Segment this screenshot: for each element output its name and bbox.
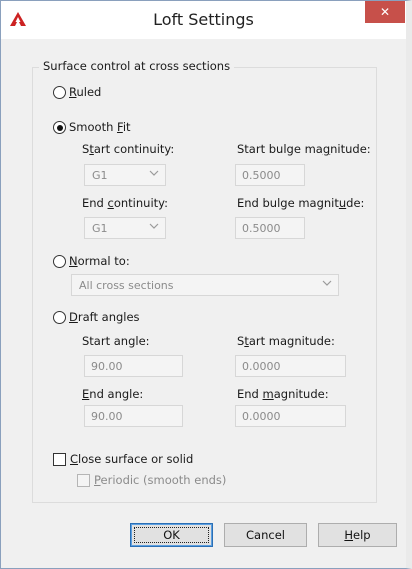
cancel-button[interactable]: Cancel [224, 523, 307, 547]
end-angle-value: 90.00 [91, 410, 123, 423]
start-magnitude-input[interactable]: 0.0000 [235, 355, 346, 377]
start-continuity-select[interactable]: G1 [84, 164, 166, 186]
end-angle-input[interactable]: 90.00 [84, 405, 183, 427]
ruled-label-post: uled [76, 85, 102, 99]
focus-rect [134, 527, 209, 543]
start-bulge-label: Start bulge magnitude: [237, 142, 371, 156]
end-angle-label-post: nd angle: [89, 387, 144, 401]
start-angle-value: 90.00 [91, 360, 123, 373]
end-continuity-select[interactable]: G1 [84, 217, 166, 239]
end-angle-label: End angle: [82, 387, 143, 401]
chevron-down-icon [322, 280, 332, 286]
periodic-label[interactable]: Periodic (smooth ends) [94, 473, 226, 487]
end-magnitude-value: 0.0000 [242, 410, 281, 423]
group-legend: Surface control at cross sections [39, 59, 235, 73]
close-surface-label-key: C [70, 452, 79, 466]
start-magnitude-value: 0.0000 [242, 360, 281, 373]
start-continuity-label-post: art continuity: [93, 142, 175, 156]
help-button-label-key: H [344, 528, 354, 542]
start-bulge-label-pre: Start bulge ma [237, 142, 323, 156]
start-angle-label: Start angle: [82, 334, 150, 348]
start-bulge-label-post: nitude: [330, 142, 371, 156]
end-continuity-label: End continuity: [82, 196, 168, 210]
chevron-down-icon [149, 170, 159, 176]
window-title: Loft Settings [153, 10, 254, 29]
normal-to-select[interactable]: All cross sections [71, 274, 339, 296]
close-surface-label-post: lose surface or solid [78, 452, 194, 466]
end-bulge-value: 0.5000 [242, 222, 281, 235]
start-continuity-label: Start continuity: [82, 142, 174, 156]
end-magnitude-label-pre: End [237, 387, 263, 401]
end-magnitude-label: End magnitude: [237, 387, 329, 401]
start-magnitude-label-post: art magnitude: [248, 334, 335, 348]
end-bulge-label-post: de: [346, 196, 365, 210]
start-magnitude-label: Start magnitude: [237, 334, 335, 348]
normal-to-label[interactable]: Normal to: [69, 254, 130, 268]
help-button-label-post: elp [353, 528, 371, 542]
smooth-fit-label[interactable]: Smooth Fit [69, 120, 131, 134]
smooth-fit-label-post: it [122, 120, 131, 134]
start-continuity-value: G1 [92, 169, 108, 182]
smooth-fit-label-pre: Smooth [69, 120, 118, 134]
help-button[interactable]: Help [318, 523, 397, 547]
end-continuity-label-pre: End [82, 196, 108, 210]
start-bulge-value: 0.5000 [242, 169, 281, 182]
chevron-down-icon [149, 223, 159, 229]
cancel-button-label: Cancel [246, 528, 285, 542]
end-magnitude-label-post: agnitude: [273, 387, 329, 401]
normal-to-value: All cross sections [79, 279, 174, 292]
normal-to-label-key: N [69, 254, 78, 268]
draft-angles-label[interactable]: Draft angles [69, 310, 140, 324]
end-bulge-label-pre: End bulge magnit [237, 196, 339, 210]
draft-angles-label-key: D [69, 310, 78, 324]
normal-to-radio[interactable] [53, 255, 66, 268]
end-continuity-label-post: ontinuity: [113, 196, 168, 210]
end-bulge-input[interactable]: 0.5000 [235, 217, 305, 239]
normal-to-label-post: ormal to: [77, 254, 130, 268]
title-bar[interactable]: Loft Settings ✕ [1, 1, 406, 39]
close-icon: ✕ [379, 5, 391, 19]
end-magnitude-label-key: m [262, 387, 274, 401]
start-angle-input[interactable]: 90.00 [84, 355, 183, 377]
smooth-fit-radio[interactable] [53, 121, 66, 134]
draft-angles-label-post: raft angles [77, 310, 140, 324]
end-bulge-label: End bulge magnitude: [237, 196, 364, 210]
ruled-radio[interactable] [53, 86, 66, 99]
close-button[interactable]: ✕ [365, 1, 405, 23]
end-magnitude-input[interactable]: 0.0000 [235, 405, 346, 427]
loft-settings-dialog: Loft Settings ✕ Surface control at cross… [0, 0, 412, 569]
draft-angles-radio[interactable] [53, 311, 66, 324]
ok-button[interactable]: OK [130, 523, 213, 547]
start-bulge-input[interactable]: 0.5000 [235, 164, 305, 186]
periodic-label-post: eriodic (smooth ends) [100, 473, 227, 487]
periodic-checkbox[interactable] [77, 474, 90, 487]
end-continuity-value: G1 [92, 222, 108, 235]
ruled-label[interactable]: Ruled [69, 85, 101, 99]
close-surface-checkbox[interactable] [53, 453, 66, 466]
close-surface-label[interactable]: Close surface or solid [70, 452, 193, 466]
